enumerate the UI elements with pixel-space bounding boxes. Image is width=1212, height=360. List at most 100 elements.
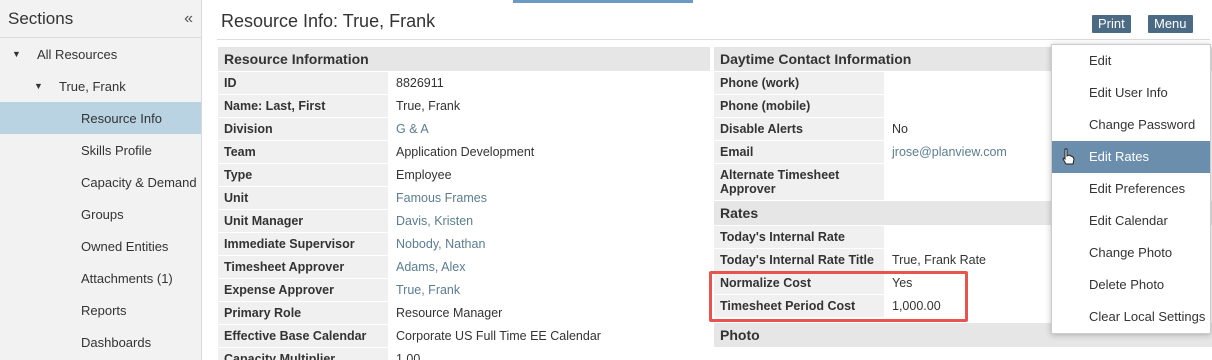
field-value[interactable]: G & A (388, 118, 437, 140)
sidebar-item-label: All Resources (37, 46, 118, 62)
field-label: Type (218, 164, 388, 186)
divider (217, 39, 1210, 40)
field-value: Employee (396, 168, 452, 182)
menu-item-edit-calendar[interactable]: Edit Calendar (1052, 205, 1210, 237)
section-heading: Resource Information (218, 47, 710, 71)
hand-cursor-icon (1062, 148, 1075, 165)
field-value[interactable]: Nobody, Nathan (388, 233, 493, 255)
field-value: 1,000.00 (892, 299, 941, 313)
caret-down-icon[interactable]: ▼ (34, 81, 48, 91)
sidebar: Sections « ▼ All Resources ▼ True, Frank Res… (0, 0, 202, 360)
sidebar-item-skills-profile[interactable]: Skills Profile (0, 134, 201, 166)
menu-item-label: Delete Photo (1089, 277, 1165, 292)
menu-item-label: Change Password (1089, 117, 1196, 132)
sidebar-item-label: True, Frank (59, 78, 126, 94)
field-row-type: Type Employee (218, 164, 710, 186)
sidebar-item-groups[interactable]: Groups (0, 198, 201, 230)
page-title: Resource Info: True, Frank (221, 11, 436, 31)
field-label: Timesheet Period Cost (714, 295, 884, 317)
field-label: Immediate Supervisor (218, 233, 388, 255)
field-label: Name: Last, First (218, 95, 388, 117)
field-label: Phone (work) (714, 72, 884, 94)
field-row-primary-role: Primary Role Resource Manager (218, 302, 710, 324)
field-value: Yes (892, 276, 913, 290)
field-value: No (892, 122, 908, 136)
menu-item-label: Edit (1089, 53, 1112, 68)
field-value[interactable]: Famous Frames (388, 187, 495, 209)
field-value: Resource Manager (396, 306, 503, 320)
field-value[interactable]: jrose@planview.com (884, 141, 1015, 163)
menu-item-change-password[interactable]: Change Password (1052, 109, 1210, 141)
field-value[interactable]: Davis, Kristen (388, 210, 481, 232)
menu-item-label: Edit User Info (1089, 85, 1168, 100)
field-value (884, 95, 900, 117)
sidebar-item-label: Attachments (1) (81, 270, 173, 286)
field-label: Unit Manager (218, 210, 388, 232)
field-row-timesheet-approver: Timesheet Approver Adams, Alex (218, 256, 710, 278)
field-row-effective-base-calendar: Effective Base Calendar Corporate US Full… (218, 325, 710, 347)
field-row-unit: Unit Famous Frames (218, 187, 710, 209)
field-row-division: Division G & A (218, 118, 710, 140)
field-label: Normalize Cost (714, 272, 884, 294)
field-value (884, 164, 900, 200)
menu-item-edit-rates[interactable]: Edit Rates (1052, 141, 1210, 173)
field-value[interactable]: Adams, Alex (388, 256, 473, 278)
sidebar-item-all-resources[interactable]: ▼ All Resources (0, 38, 201, 70)
caret-down-icon[interactable]: ▼ (12, 49, 26, 59)
field-value: True, Frank Rate (892, 253, 987, 267)
field-value: Corporate US Full Time EE Calendar (396, 329, 601, 343)
field-row-expense-approver: Expense Approver True, Frank (218, 279, 710, 301)
field-row-immediate-supervisor: Immediate Supervisor Nobody, Nathan (218, 233, 710, 255)
sidebar-item-label: Capacity & Demand (81, 174, 197, 190)
resource-information-panel: Resource Information ID 8826911 Name: Last… (218, 47, 710, 360)
sidebar-item-label: Skills Profile (81, 142, 152, 158)
sidebar-item-owned-entities[interactable]: Owned Entities (0, 230, 201, 262)
field-value (884, 72, 900, 94)
sidebar-item-capacity-demand[interactable]: Capacity & Demand (0, 166, 201, 198)
sidebar-tree: ▼ All Resources ▼ True, Frank Resource Info S… (0, 38, 201, 358)
field-label: Expense Approver (218, 279, 388, 301)
field-value: True, Frank (396, 99, 461, 113)
menu-item-label: Edit Calendar (1089, 213, 1168, 228)
field-label: Unit (218, 187, 388, 209)
sidebar-item-true-frank[interactable]: ▼ True, Frank (0, 70, 201, 102)
menu-item-edit[interactable]: Edit (1052, 45, 1210, 77)
menu-item-label: Edit Preferences (1089, 181, 1186, 196)
sidebar-title: Sections (8, 8, 74, 28)
field-label: Today's Internal Rate Title (714, 249, 884, 271)
field-value[interactable]: True, Frank (388, 279, 468, 301)
menu-item-label: Edit Rates (1089, 149, 1149, 164)
field-label: Email (714, 141, 884, 163)
field-label: Alternate Timesheet Approver (714, 164, 884, 200)
sidebar-item-label: Reports (81, 302, 127, 318)
menu-dropdown: Edit Edit User Info Change Password Edit Ra… (1051, 44, 1211, 334)
sidebar-item-dashboards[interactable]: Dashboards (0, 326, 201, 358)
field-row-team: Team Application Development (218, 141, 710, 163)
menu-item-change-photo[interactable]: Change Photo (1052, 237, 1210, 269)
field-label: Disable Alerts (714, 118, 884, 140)
sidebar-item-label: Owned Entities (81, 238, 169, 254)
menu-item-clear-local-settings[interactable]: Clear Local Settings (1052, 301, 1210, 333)
collapse-icon[interactable]: « (184, 10, 193, 28)
sidebar-item-attachments-1[interactable]: Attachments (1) (0, 262, 201, 294)
menu-item-edit-preferences[interactable]: Edit Preferences (1052, 173, 1210, 205)
field-label: Division (218, 118, 388, 140)
field-label: Effective Base Calendar (218, 325, 388, 347)
field-row-name-last-first: Name: Last, First True, Frank (218, 95, 710, 117)
sidebar-item-reports[interactable]: Reports (0, 294, 201, 326)
field-label: ID (218, 72, 388, 94)
menu-item-label: Clear Local Settings (1089, 309, 1206, 324)
menu-item-label: Change Photo (1089, 245, 1173, 260)
sidebar-item-resource-info[interactable]: Resource Info (0, 102, 201, 134)
menu-button[interactable]: Menu (1148, 15, 1193, 33)
print-button[interactable]: Print (1092, 15, 1131, 33)
field-label: Phone (mobile) (714, 95, 884, 117)
field-row-unit-manager: Unit Manager Davis, Kristen (218, 210, 710, 232)
field-label: Timesheet Approver (218, 256, 388, 278)
menu-item-edit-user-info[interactable]: Edit User Info (1052, 77, 1210, 109)
menu-item-delete-photo[interactable]: Delete Photo (1052, 269, 1210, 301)
field-label: Primary Role (218, 302, 388, 324)
sidebar-header: Sections « (0, 0, 201, 38)
field-label: Today's Internal Rate (714, 226, 884, 248)
sidebar-item-label: Resource Info (81, 110, 162, 126)
